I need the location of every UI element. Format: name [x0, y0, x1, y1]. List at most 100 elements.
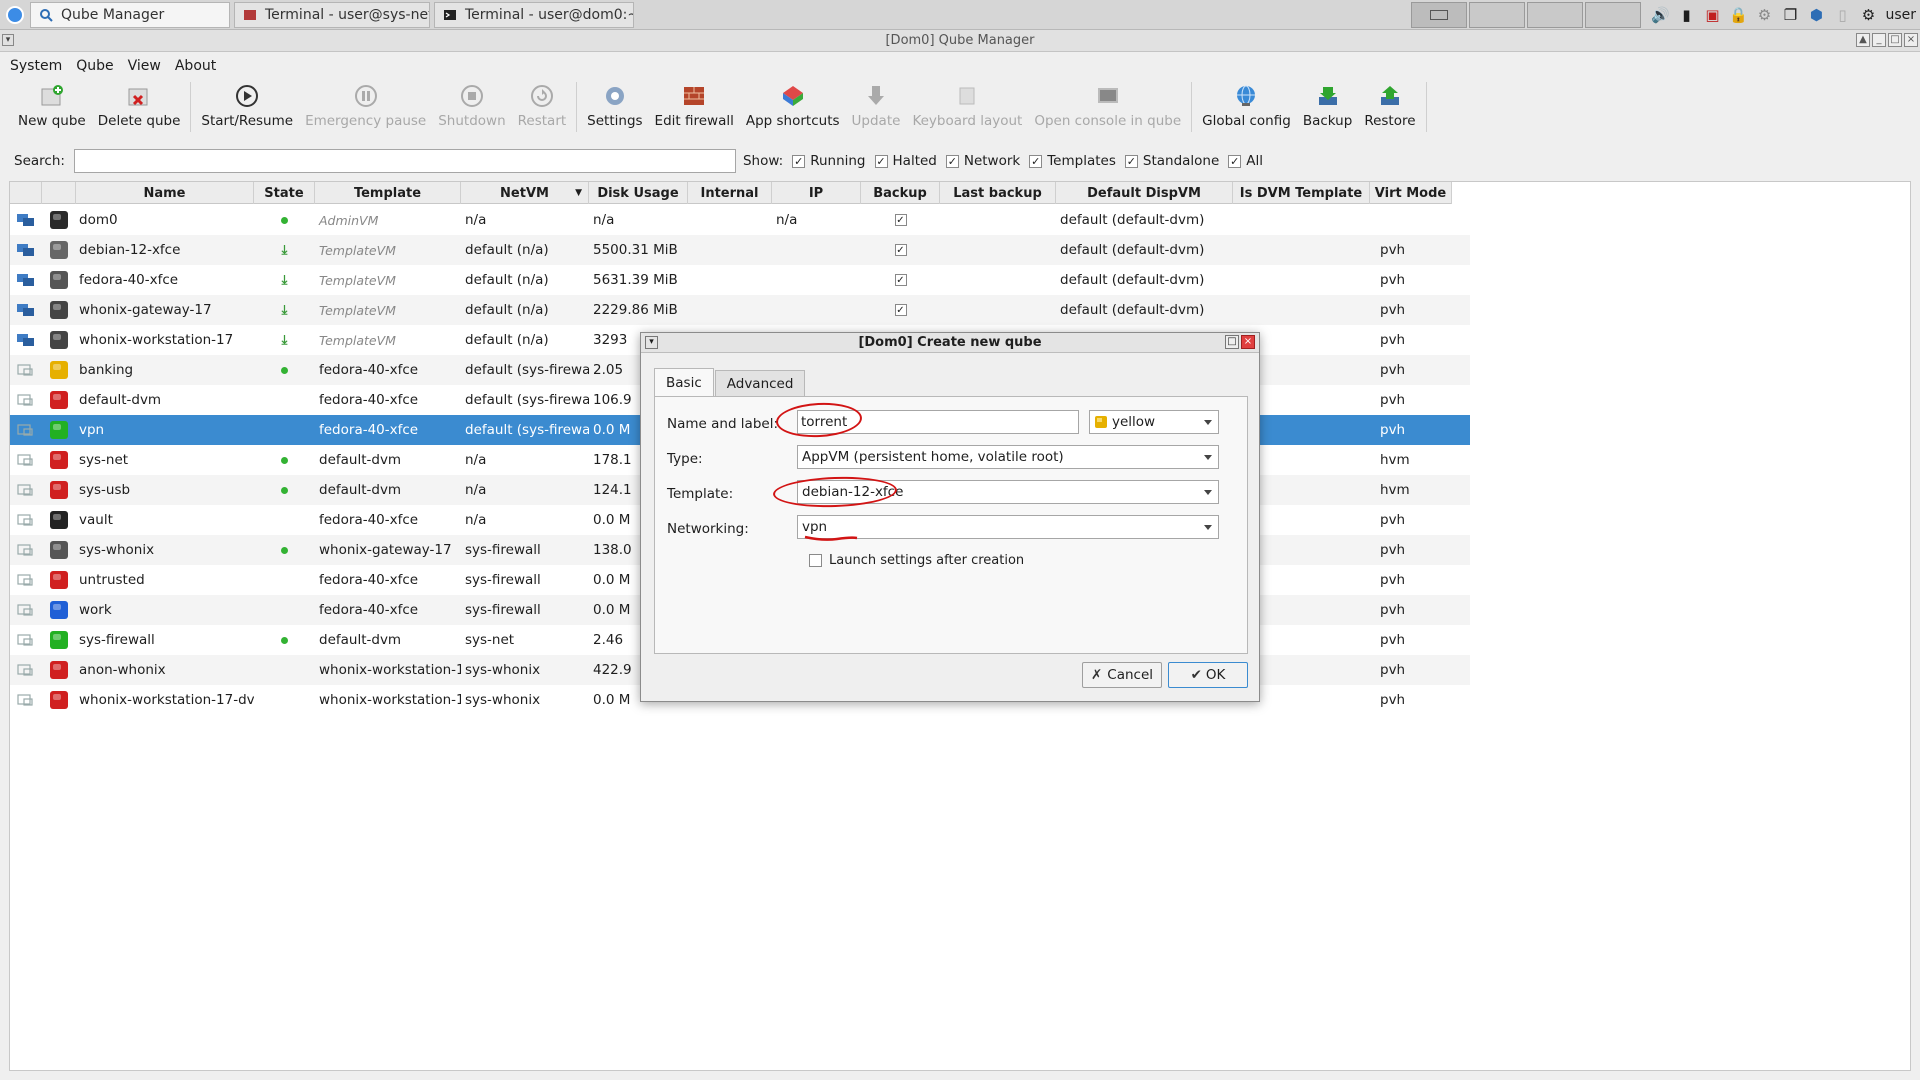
window-shade-button[interactable]: ▲ [1856, 33, 1870, 47]
qube-label-cube-icon [50, 631, 68, 649]
new-qube-icon [41, 85, 63, 106]
filter-standalone-checkbox[interactable] [1124, 154, 1138, 168]
keyboard-layout-button[interactable]: Keyboard layout [906, 80, 1028, 134]
window-titlebar: ▾ [Dom0] Qube Manager ▲ _ □ × [0, 30, 1920, 52]
cell-label [42, 415, 76, 445]
devices-icon[interactable]: ▣ [1702, 5, 1722, 25]
windows-icon[interactable]: ❐ [1780, 5, 1800, 25]
restore-button[interactable]: Restore [1358, 80, 1421, 134]
column-header-last-backup[interactable]: Last backup [940, 182, 1056, 204]
delete-qube-button[interactable]: Delete qube [92, 80, 187, 134]
dialog-close-button[interactable]: × [1241, 335, 1255, 349]
table-row[interactable]: fedora-40-xfce ⤓ TemplateVM default (n/a) 56… [10, 265, 1470, 295]
cell-default-dispvm: default (default-dvm) [1060, 302, 1205, 318]
cell-type [10, 265, 42, 295]
volume-icon[interactable]: 🔊 [1650, 5, 1670, 25]
networking-select[interactable]: vpn [797, 515, 1219, 539]
cell-label [42, 535, 76, 565]
cell-is-dvm-template [1233, 295, 1370, 325]
cell-template: default-dvm [319, 632, 402, 648]
filter-network-checkbox[interactable] [945, 154, 959, 168]
column-header-label[interactable] [42, 182, 76, 204]
global-config-button[interactable]: Global config [1196, 80, 1297, 134]
cell-state [254, 385, 315, 415]
new-qube-button[interactable]: New qube [12, 80, 92, 134]
task-terminal-dom0[interactable]: Terminal - user@dom0:~/... [434, 1, 634, 28]
cell-virt-mode: hvm [1380, 482, 1410, 498]
cell-type [10, 235, 42, 265]
qube-name-input[interactable]: torrent [797, 410, 1079, 434]
cell-name: whonix-gateway-17 [79, 302, 212, 318]
user-name[interactable]: user [1885, 7, 1916, 23]
template-select[interactable]: debian-12-xfce [797, 480, 1219, 504]
workspace-2[interactable] [1469, 2, 1526, 28]
app-shortcuts-button[interactable]: App shortcuts [740, 80, 846, 134]
dialog-maximize-button[interactable]: □ [1225, 335, 1239, 349]
cell-type [10, 595, 42, 625]
window-close-button[interactable]: × [1904, 33, 1918, 47]
window-minimize-button[interactable]: _ [1872, 33, 1886, 47]
task-qube-manager[interactable]: Qube Manager [30, 1, 230, 28]
column-header-is-dvm-template[interactable]: Is DVM Template [1233, 182, 1370, 204]
search-input[interactable] [73, 149, 736, 173]
qube-domains-icon[interactable]: ⬢ [1806, 5, 1826, 25]
column-header-type[interactable] [10, 182, 42, 204]
backup-button[interactable]: Backup [1297, 80, 1359, 134]
table-row[interactable]: debian-12-xfce ⤓ TemplateVM default (n/a) 55… [10, 235, 1470, 265]
filter-templates-checkbox[interactable] [1029, 154, 1043, 168]
table-row[interactable]: whonix-gateway-17 ⤓ TemplateVM default (n/a… [10, 295, 1470, 325]
ok-button[interactable]: ✔ OK [1168, 662, 1248, 688]
label-color-select[interactable]: yellow [1089, 410, 1219, 434]
workspace-3[interactable] [1527, 2, 1584, 28]
column-header-ip[interactable]: IP [772, 182, 861, 204]
cell-label [42, 265, 76, 295]
workspace-4[interactable] [1585, 2, 1642, 28]
settings-gear-icon[interactable]: ⚙ [1858, 5, 1878, 25]
column-header-internal[interactable]: Internal [688, 182, 772, 204]
usb-icon[interactable]: ⚙ [1754, 5, 1774, 25]
restart-button[interactable]: Restart [512, 80, 573, 134]
column-header-backup[interactable]: Backup [861, 182, 940, 204]
start-menu-button[interactable] [0, 0, 30, 30]
menu-about[interactable]: About [175, 58, 216, 74]
column-header-default-dispvm[interactable]: Default DispVM [1056, 182, 1233, 204]
start-resume-button[interactable]: Start/Resume [195, 80, 299, 134]
settings-button[interactable]: Settings [581, 80, 648, 134]
column-header-template[interactable]: Template [315, 182, 461, 204]
table-row[interactable]: dom0 AdminVM n/a n/a n/a default (default-dvm… [10, 205, 1470, 235]
window-maximize-button[interactable]: □ [1888, 33, 1902, 47]
filter-running-checkbox[interactable] [792, 154, 806, 168]
filter-running-label: Running [810, 153, 866, 169]
menu-system[interactable]: System [10, 58, 62, 74]
search-label: Search: [14, 153, 65, 169]
tab-advanced[interactable]: Advanced [714, 370, 806, 396]
filter-halted-checkbox[interactable] [874, 154, 888, 168]
column-header-disk-usage[interactable]: Disk Usage [589, 182, 688, 204]
menu-qube[interactable]: Qube [76, 58, 113, 74]
task-terminal-sys-net[interactable]: Terminal - user@sys-net:~ [234, 1, 430, 28]
update-button[interactable]: Update [846, 80, 907, 134]
backup-checkbox [894, 244, 907, 256]
clipboard-icon[interactable]: ▯ [1832, 5, 1852, 25]
workspace-1[interactable] [1411, 2, 1468, 28]
cell-virt-mode: pvh [1380, 632, 1406, 648]
menu-view[interactable]: View [128, 58, 161, 74]
column-header-name[interactable]: Name [76, 182, 254, 204]
cancel-button[interactable]: ✗ Cancel [1082, 662, 1162, 688]
qube-type-select[interactable]: AppVM (persistent home, volatile root) [797, 445, 1219, 469]
lock-icon[interactable]: 🔒 [1728, 5, 1748, 25]
open-console-button[interactable]: Open console in qube [1028, 80, 1187, 134]
battery-icon[interactable]: ▮ [1676, 5, 1696, 25]
cancel-button-label: Cancel [1107, 667, 1154, 683]
column-header-netvm[interactable]: NetVM ▼ [461, 182, 589, 204]
toolbar-label: App shortcuts [745, 113, 840, 129]
column-header-state[interactable]: State [254, 182, 315, 204]
column-header-virt-mode[interactable]: Virt Mode [1370, 182, 1452, 204]
launch-settings-label[interactable]: Launch settings after creation [829, 553, 1024, 568]
tab-basic[interactable]: Basic [654, 368, 714, 396]
filter-all-checkbox[interactable] [1228, 154, 1242, 168]
edit-firewall-button[interactable]: Edit firewall [649, 80, 740, 134]
shutdown-button[interactable]: Shutdown [432, 80, 511, 134]
launch-settings-checkbox[interactable] [809, 554, 822, 567]
emergency-pause-button[interactable]: Emergency pause [299, 80, 432, 134]
